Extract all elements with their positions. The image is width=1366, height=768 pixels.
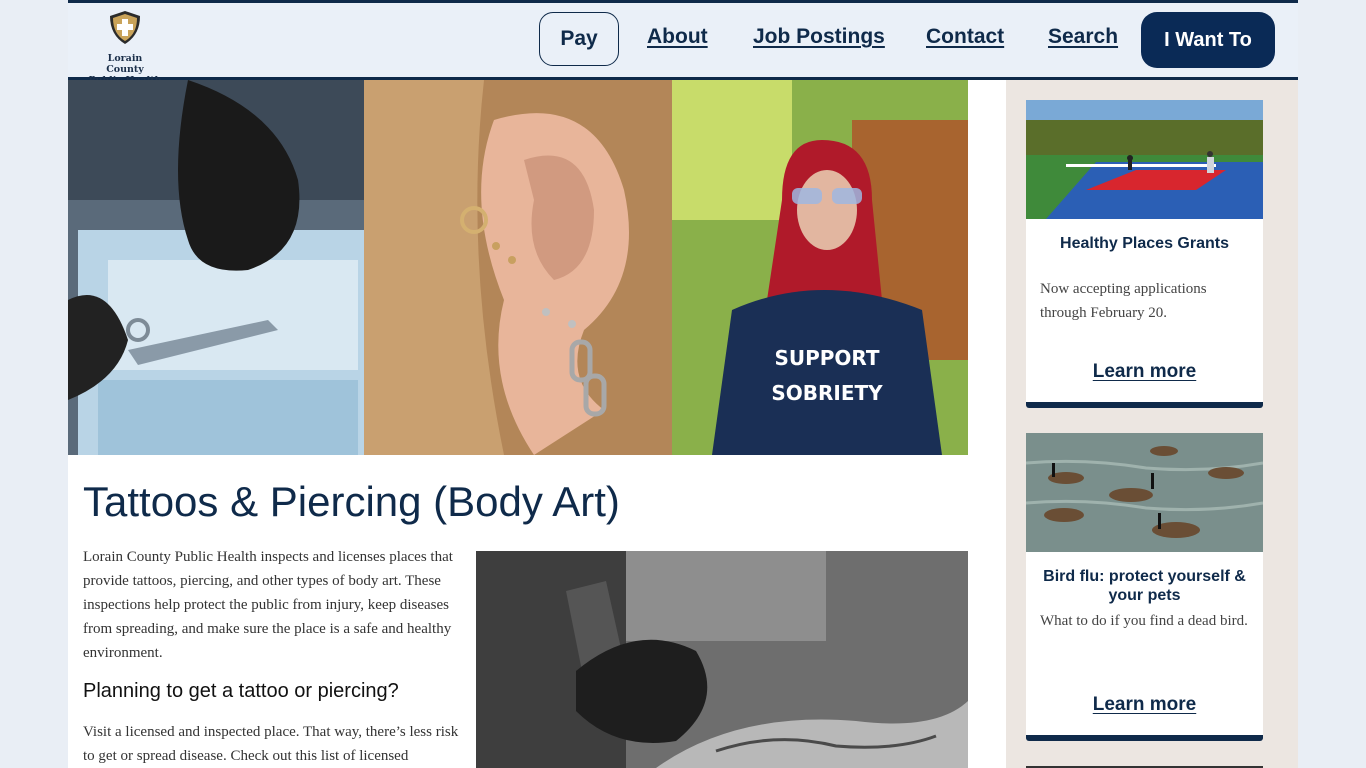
card-text: Now accepting applications through Febru… — [1040, 281, 1207, 321]
nav-link-contact[interactable]: Contact — [926, 25, 1004, 49]
site-logo[interactable]: Lorain County Public Health — [88, 9, 168, 86]
intro-paragraph: Lorain County Public Health inspects and… — [83, 549, 453, 661]
nav-link-about[interactable]: About — [647, 25, 708, 49]
tattoo-artist-photo — [476, 551, 968, 768]
nav-link-search[interactable]: Search — [1048, 25, 1118, 49]
card-bird-flu[interactable]: Bird flu: protect yourself & your pets W… — [1026, 433, 1263, 741]
section-heading: Planning to get a tattoo or piercing? — [83, 680, 399, 702]
card-image-geese — [1026, 433, 1263, 552]
i-want-to-button[interactable]: I Want To — [1141, 12, 1275, 68]
card-image-pickleball-court — [1026, 100, 1263, 219]
learn-more-link[interactable]: Learn more — [1026, 361, 1263, 383]
logo-line-1: Lorain County — [106, 53, 144, 75]
site-header: Lorain County Public Health Pay About Jo… — [68, 3, 1298, 86]
nav-link-job-postings[interactable]: Job Postings — [753, 25, 885, 49]
page-title: Tattoos & Piercing (Body Art) — [83, 478, 620, 525]
page: Lorain County Public Health Pay About Jo… — [68, 0, 1298, 768]
sidebar: Healthy Places Grants Now accepting appl… — [1006, 80, 1298, 768]
card-text: What to do if you find a dead bird. — [1040, 613, 1248, 629]
pay-button[interactable]: Pay — [539, 12, 619, 66]
shield-cross-icon — [110, 11, 140, 44]
card-title: Bird flu: protect yourself & your pets — [1043, 568, 1246, 604]
shirt-text-sobriety: SOBRIETY — [771, 381, 883, 405]
hero-photo-woman-sobriety-shirt: SUPPORT SOBRIETY — [672, 80, 968, 455]
shirt-text-support: SUPPORT — [774, 346, 879, 370]
hero-photo-ear-piercings — [364, 80, 672, 455]
learn-more-link[interactable]: Learn more — [1026, 694, 1263, 716]
hero-collage: SUPPORT SOBRIETY — [68, 80, 968, 455]
hero-photo-gloved-hands — [68, 80, 364, 455]
card-healthy-places[interactable]: Healthy Places Grants Now accepting appl… — [1026, 100, 1263, 408]
visit-paragraph: Visit a licensed and inspected place. Th… — [83, 724, 459, 764]
card-title: Healthy Places Grants — [1060, 235, 1229, 252]
